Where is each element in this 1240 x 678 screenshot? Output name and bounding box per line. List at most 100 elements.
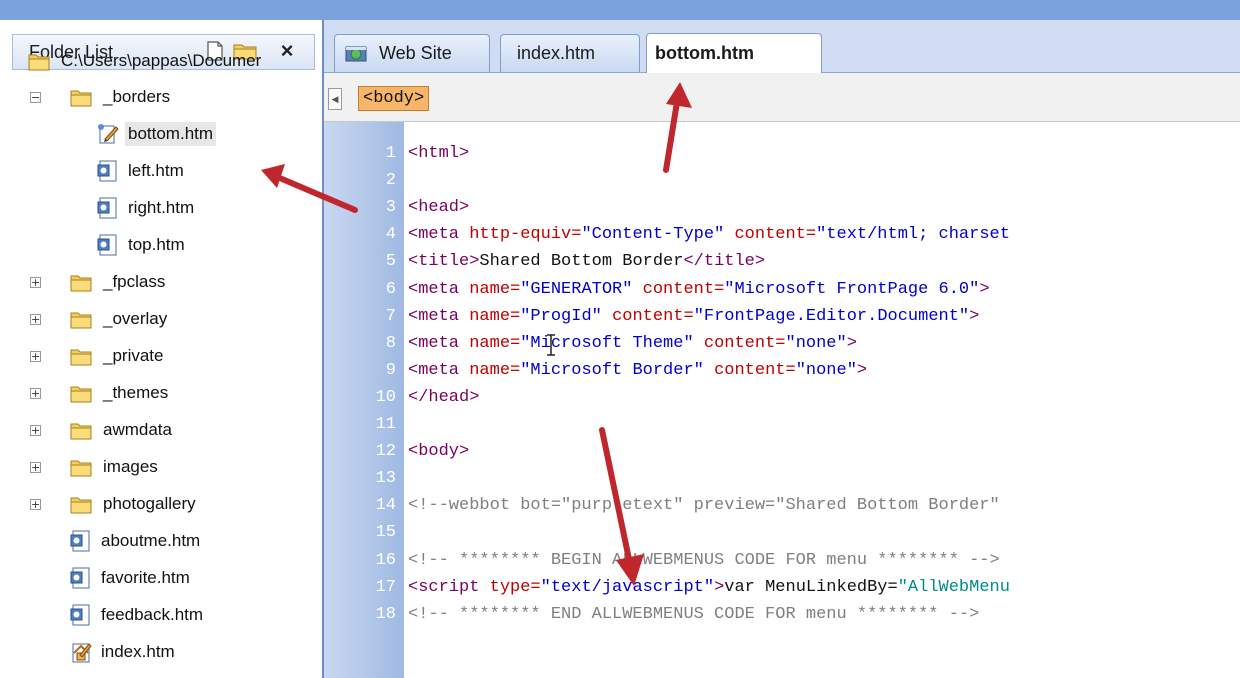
tab-bottom-htm[interactable]: bottom.htm	[646, 33, 822, 73]
web-page-icon	[70, 530, 92, 552]
tree-root-item[interactable]: C:\Users\pappas\Documer	[28, 46, 264, 76]
code-line[interactable]: <meta name="ProgId" content="FrontPage.E…	[408, 303, 979, 330]
code-token: <!-- ******** BEGIN ALLWEBMENUS CODE FOR…	[408, 550, 1000, 570]
tree-folder-item[interactable]: + _private	[30, 341, 166, 371]
code-token: <meta	[408, 279, 470, 299]
code-token: "text/html; charset	[816, 225, 1010, 245]
code-token: <title>	[408, 252, 480, 272]
code-token: http-equiv=	[469, 225, 582, 245]
tab-index-htm[interactable]: index.htm	[500, 34, 640, 72]
tree-item-label: _borders	[103, 87, 171, 106]
line-number: 3	[385, 198, 396, 218]
code-line[interactable]: <body>	[408, 438, 469, 465]
code-token: content=	[734, 225, 817, 245]
code-token: var MenuLinkedBy=	[724, 577, 898, 597]
line-number: 13	[375, 469, 396, 489]
tree-file-item[interactable]: right.htm	[97, 193, 197, 223]
line-number: 7	[385, 306, 396, 326]
folder-icon	[70, 272, 92, 292]
code-view[interactable]: 1 <html> 2 3 <head> 4 <meta http-equiv="Conten…	[324, 122, 1240, 678]
frontpage-window: Folder List × C:\Users\pappas\Documer − _b…	[0, 0, 1240, 678]
tree-folder-item[interactable]: + _themes	[30, 378, 171, 408]
code-token: <html>	[408, 144, 470, 163]
expand-icon[interactable]: +	[30, 277, 41, 288]
code-token: "FrontPage.Editor.Document"	[693, 306, 970, 326]
tree-file-item[interactable]: aboutme.htm	[70, 526, 203, 556]
code-token: >	[846, 333, 857, 353]
folder-icon	[70, 309, 92, 329]
tree-item-label: photogallery	[103, 494, 196, 513]
code-token: "AllWebMenu	[897, 577, 1010, 597]
code-token: >	[856, 360, 868, 380]
code-token: "none"	[785, 333, 847, 353]
web-page-icon	[70, 567, 92, 589]
collapse-icon[interactable]: −	[30, 92, 41, 103]
code-line[interactable]: <!-- ******** BEGIN ALLWEBMENUS CODE FOR…	[408, 547, 1000, 574]
close-icon[interactable]: ×	[275, 38, 299, 63]
code-token: <meta	[408, 306, 470, 326]
tree-file-item[interactable]: bottom.htm	[97, 119, 217, 149]
code-token: >	[714, 577, 725, 597]
tree-item-label: C:\Users\pappas\Documer	[61, 51, 262, 70]
tree-item-label: _overlay	[103, 309, 168, 328]
text-cursor-icon	[547, 334, 555, 356]
body-tag-button[interactable]: <body>	[358, 86, 430, 111]
code-token: content=	[612, 306, 694, 326]
code-line[interactable]: </head>	[408, 384, 479, 411]
line-number: 6	[385, 279, 396, 299]
code-token: >	[979, 279, 990, 299]
code-token: </title>	[683, 252, 766, 272]
line-number: 8	[385, 333, 396, 353]
code-token: "GENERATOR"	[520, 279, 643, 299]
code-line[interactable]: <meta name="GENERATOR" content="Microsof…	[408, 276, 990, 303]
code-line[interactable]: <title>Shared Bottom Border</title>	[408, 248, 765, 275]
code-token: name=	[469, 333, 521, 353]
code-line[interactable]: <script type="text/javascript">var MenuL…	[408, 574, 1010, 601]
web-site-icon	[345, 45, 367, 63]
tree-file-item[interactable]: feedback.htm	[70, 600, 206, 630]
line-number: 11	[375, 415, 396, 434]
expand-icon[interactable]: +	[30, 351, 41, 362]
tree-folder-item[interactable]: + photogallery	[30, 489, 199, 519]
web-page-icon	[97, 160, 119, 182]
code-line[interactable]: <head>	[408, 194, 469, 221]
code-line[interactable]: <!--webbot bot="purpletext" preview="Sha…	[408, 492, 1000, 519]
expand-icon[interactable]: +	[30, 314, 41, 325]
folder-list-panel: Folder List × C:\Users\pappas\Documer − _b…	[0, 20, 324, 678]
tree-folder-item[interactable]: + images	[30, 452, 161, 482]
folder-icon	[70, 87, 92, 107]
code-token: <meta	[408, 333, 470, 353]
code-token: content=	[714, 360, 796, 380]
code-token: <script	[408, 577, 490, 597]
web-page-icon	[97, 234, 119, 256]
line-number: 1	[385, 144, 396, 163]
tree-file-item[interactable]: favorite.htm	[70, 563, 193, 593]
code-line[interactable]: <!-- ******** END ALLWEBMENUS CODE FOR m…	[408, 601, 979, 628]
tree-file-item[interactable]: left.htm	[97, 156, 187, 186]
tree-item-label: bottom.htm	[125, 122, 217, 146]
tab-web-site[interactable]: Web Site	[334, 34, 490, 72]
tree-folder-item[interactable]: − _borders	[30, 82, 173, 112]
expand-icon[interactable]: +	[30, 388, 41, 399]
code-line[interactable]: <html>	[408, 140, 469, 167]
expand-icon[interactable]: +	[30, 462, 41, 473]
code-line[interactable]: <meta name="Microsoft Border" content="n…	[408, 357, 867, 384]
code-line[interactable]: <meta http-equiv="Content-Type" content=…	[408, 221, 1010, 248]
folder-icon	[70, 383, 92, 403]
tree-file-item[interactable]: index.htm	[70, 637, 178, 667]
tree-item-label: feedback.htm	[101, 605, 204, 624]
web-page-icon	[70, 604, 92, 626]
code-line[interactable]: <meta name="Microsoft Theme" content="no…	[408, 330, 857, 357]
expand-icon[interactable]: +	[30, 425, 41, 436]
tree-file-item[interactable]: top.htm	[97, 230, 188, 260]
line-number: 12	[375, 442, 396, 462]
code-token: <body>	[408, 442, 470, 462]
tree-folder-item[interactable]: + _overlay	[30, 304, 170, 334]
tree-folder-item[interactable]: + awmdata	[30, 415, 175, 445]
tree-folder-item[interactable]: + _fpclass	[30, 267, 168, 297]
line-number: 18	[375, 604, 396, 624]
expand-icon[interactable]: +	[30, 499, 41, 510]
scroll-left-icon[interactable]: ◀	[328, 88, 342, 110]
code-token: "text/javascript"	[540, 577, 715, 597]
home-page-icon	[70, 641, 92, 663]
